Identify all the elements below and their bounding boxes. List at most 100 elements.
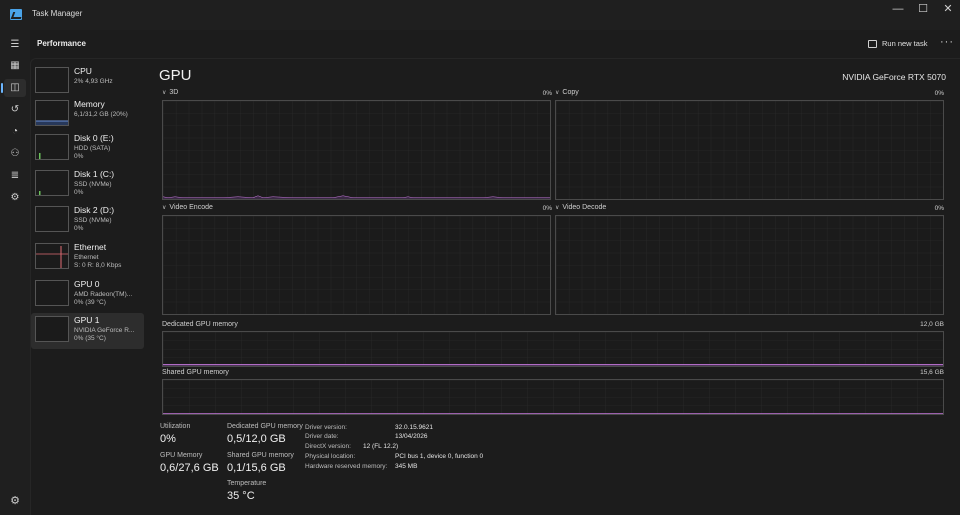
run-new-task-label: Run new task — [882, 39, 928, 48]
navigation-rail: ☰ ▦ ◫ ↺ ◔ ⚇ ≣ ⚙ — [0, 30, 30, 515]
sidebar-item-name: CPU — [74, 66, 92, 76]
startup-apps-icon[interactable]: ◔ — [8, 125, 22, 139]
window-title: Task Manager — [32, 9, 83, 18]
sidebar-item-gpu-0[interactable]: GPU 0 AMD Radeon(TM)... 0% (39 °C) — [31, 277, 144, 313]
chevron-down-icon: ∨ — [555, 205, 560, 211]
graph-label-3d-text: 3D — [169, 89, 179, 96]
shared-stat-label: Shared GPU memory — [227, 452, 294, 459]
driver-version-value: 32.0.15.9621 — [395, 424, 433, 431]
temperature-value: 35 °C — [227, 490, 255, 502]
gpu-memory-value: 0,6/27,6 GB — [160, 462, 219, 474]
shared-memory-svg — [163, 380, 943, 414]
sidebar-item-disk-2[interactable]: Disk 2 (D:) SSD (NVMe) 0% — [31, 203, 144, 239]
memory-thumb — [35, 100, 69, 126]
graph-video-encode-svg — [163, 216, 550, 314]
gpu-thumb — [35, 280, 69, 306]
graph-label-video-decode-text: Video Decode — [562, 204, 607, 211]
chevron-down-icon: ∨ — [555, 90, 560, 96]
sidebar-item-gpu-1[interactable]: GPU 1 NVIDIA GeForce R... 0% (35 °C) — [31, 313, 144, 349]
processes-icon[interactable]: ▦ — [8, 59, 22, 73]
sidebar-item-detail: 0% — [74, 225, 84, 232]
disk-thumb — [35, 134, 69, 160]
graph-label-copy-text: Copy — [562, 89, 579, 96]
app-history-icon[interactable]: ↺ — [8, 103, 22, 117]
graph-3d-svg — [162, 101, 550, 199]
temperature-label: Temperature — [227, 480, 267, 487]
sidebar-item-memory[interactable]: Memory 6,1/31,2 GB (20%) — [31, 97, 144, 133]
sidebar-item-detail: 0% — [74, 189, 84, 196]
graph-video-decode — [555, 215, 944, 315]
graph-video-encode — [162, 215, 551, 315]
performance-icon[interactable]: ◫ — [1, 79, 26, 97]
physical-location-label: Physical location: — [305, 453, 356, 460]
graph-dedicated-memory — [162, 331, 944, 367]
title-bar: Task Manager — ☐ ✕ — [0, 0, 960, 30]
driver-version-label: Driver version: — [305, 424, 347, 431]
sidebar-item-name: GPU 1 — [74, 315, 100, 325]
graph-label-copy[interactable]: ∨ Copy — [555, 89, 579, 96]
graph-pct-video-encode: 0% — [542, 205, 552, 212]
sidebar-item-disk-1[interactable]: Disk 1 (C:) SSD (NVMe) 0% — [31, 167, 144, 203]
graph-pct-video-decode: 0% — [934, 205, 944, 212]
more-options-button[interactable]: ··· — [940, 36, 954, 48]
sidebar-item-subtitle: AMD Radeon(TM)... — [74, 291, 133, 298]
dedicated-stat-value: 0,5/12,0 GB — [227, 433, 286, 445]
settings-gear-icon[interactable]: ⚙ — [8, 494, 22, 508]
shared-memory-label: Shared GPU memory — [162, 369, 229, 376]
physical-location-value: PCI bus 1, device 0, function 0 — [395, 453, 484, 460]
graph-pct-3d: 0% — [542, 90, 552, 97]
services-icon[interactable]: ⚙ — [8, 191, 22, 205]
gpu-memory-label: GPU Memory — [160, 452, 203, 459]
sidebar-item-subtitle: 2% 4,93 GHz — [74, 78, 113, 85]
directx-version-value: 12 (FL 12.2) — [363, 443, 399, 450]
sidebar-item-subtitle: Ethernet — [74, 254, 99, 261]
sidebar-item-ethernet[interactable]: Ethernet Ethernet S: 0 R: 8,0 Kbps — [31, 240, 144, 276]
dedicated-memory-svg — [163, 332, 943, 366]
graph-label-video-encode[interactable]: ∨ Video Encode — [162, 204, 213, 211]
details-icon[interactable]: ≣ — [8, 169, 22, 183]
hardware-reserved-value: 345 MB — [395, 463, 418, 470]
graph-3d — [162, 100, 551, 200]
graph-copy — [555, 100, 944, 200]
shared-memory-max: 15,6 GB — [920, 369, 944, 376]
users-icon[interactable]: ⚇ — [8, 147, 22, 161]
gpu-heading: GPU — [159, 67, 192, 84]
driver-date-value: 13/04/2026 — [395, 433, 428, 440]
hardware-reserved-label: Hardware reserved memory: — [305, 463, 388, 470]
page-header: Performance Run new task ··· — [30, 30, 960, 58]
sidebar-item-detail: S: 0 R: 8,0 Kbps — [74, 262, 122, 269]
sidebar-item-subtitle: SSD (NVMe) — [74, 181, 112, 188]
dedicated-stat-label: Dedicated GPU memory — [227, 423, 303, 430]
sidebar-item-name: Disk 1 (C:) — [74, 169, 115, 179]
sidebar-item-subtitle: SSD (NVMe) — [74, 217, 112, 224]
sidebar-item-name: GPU 0 — [74, 279, 100, 289]
ethernet-thumb — [35, 243, 69, 269]
sidebar-item-disk-0[interactable]: Disk 0 (E:) HDD (SATA) 0% — [31, 131, 144, 167]
disk-thumb — [35, 206, 69, 232]
chevron-down-icon: ∨ — [162, 90, 167, 96]
cpu-thumb — [35, 67, 69, 93]
sidebar-item-detail: 0% — [74, 153, 84, 160]
gpu-thumb — [35, 316, 69, 342]
task-manager-app-icon — [10, 9, 22, 20]
sidebar-item-subtitle: 6,1/31,2 GB (20%) — [74, 111, 128, 118]
sidebar-item-detail: 0% (39 °C) — [74, 299, 106, 306]
sidebar-item-subtitle: HDD (SATA) — [74, 145, 111, 152]
sidebar-item-detail: 0% (35 °C) — [74, 335, 106, 342]
sidebar-item-name: Disk 0 (E:) — [74, 133, 114, 143]
dedicated-memory-label: Dedicated GPU memory — [162, 321, 238, 328]
graph-label-3d[interactable]: ∨ 3D — [162, 89, 178, 96]
graph-label-video-decode[interactable]: ∨ Video Decode — [555, 204, 606, 211]
run-new-task-button[interactable]: Run new task — [868, 37, 927, 51]
sidebar-item-name: Ethernet — [74, 242, 107, 252]
sidebar-item-name: Disk 2 (D:) — [74, 205, 115, 215]
hamburger-menu-icon[interactable]: ☰ — [8, 38, 22, 52]
close-button[interactable]: ✕ — [930, 0, 960, 30]
shared-stat-value: 0,1/15,6 GB — [227, 462, 286, 474]
sidebar-item-cpu[interactable]: CPU 2% 4,93 GHz — [31, 64, 144, 100]
graph-video-decode-svg — [556, 216, 943, 314]
graph-label-video-encode-text: Video Encode — [169, 204, 213, 211]
disk-thumb — [35, 170, 69, 196]
sidebar-item-subtitle: NVIDIA GeForce R... — [74, 327, 135, 334]
gpu-model-name: NVIDIA GeForce RTX 5070 — [842, 72, 946, 82]
